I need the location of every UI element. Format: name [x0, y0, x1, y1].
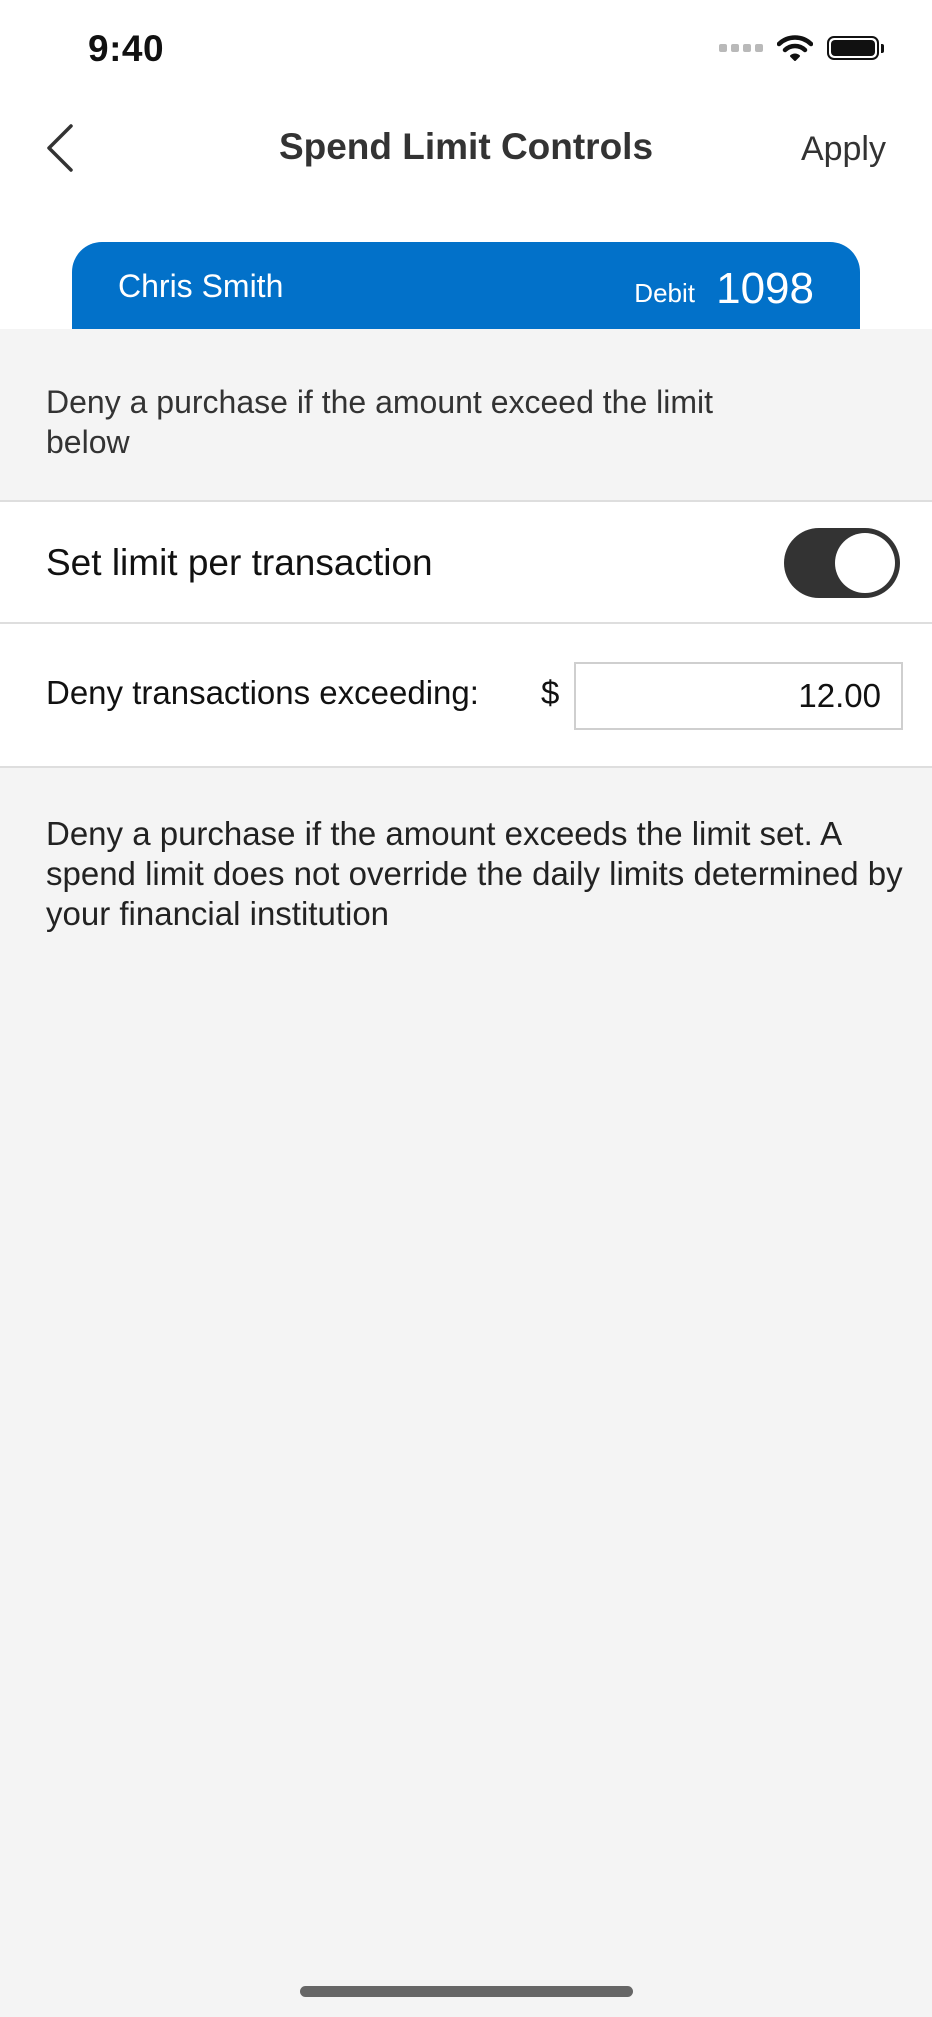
home-indicator[interactable] [300, 1986, 633, 1997]
intro-text: Deny a purchase if the amount exceed the… [46, 384, 714, 460]
signal-icon [719, 44, 763, 52]
battery-icon [827, 36, 884, 60]
limit-toggle-switch[interactable] [784, 528, 900, 598]
card-type: Debit [634, 278, 695, 308]
status-time: 9:40 [88, 28, 165, 69]
page-title: Spend Limit Controls [278, 126, 654, 167]
header-area: 9:40 Spend Limit Controls Apply Chris Sm… [0, 0, 932, 329]
limit-toggle-row: Set limit per transaction [0, 500, 932, 624]
limit-amount-input[interactable] [574, 662, 903, 730]
limit-amount-row: Deny transactions exceeding: $ [0, 624, 932, 768]
card-holder-name: Chris Smith [118, 268, 284, 304]
toggle-knob [835, 533, 895, 593]
currency-symbol: $ [541, 674, 560, 711]
status-icons [719, 34, 884, 62]
wifi-icon [777, 35, 813, 61]
apply-button[interactable]: Apply [801, 130, 886, 169]
info-text: Deny a purchase if the amount exceeds th… [46, 815, 903, 932]
card-tab[interactable]: Chris Smith Debit 1098 [72, 242, 860, 329]
limit-toggle-label: Set limit per transaction [46, 542, 433, 583]
limit-amount-label: Deny transactions exceeding: [46, 674, 479, 711]
card-number: 1098 [716, 264, 814, 313]
